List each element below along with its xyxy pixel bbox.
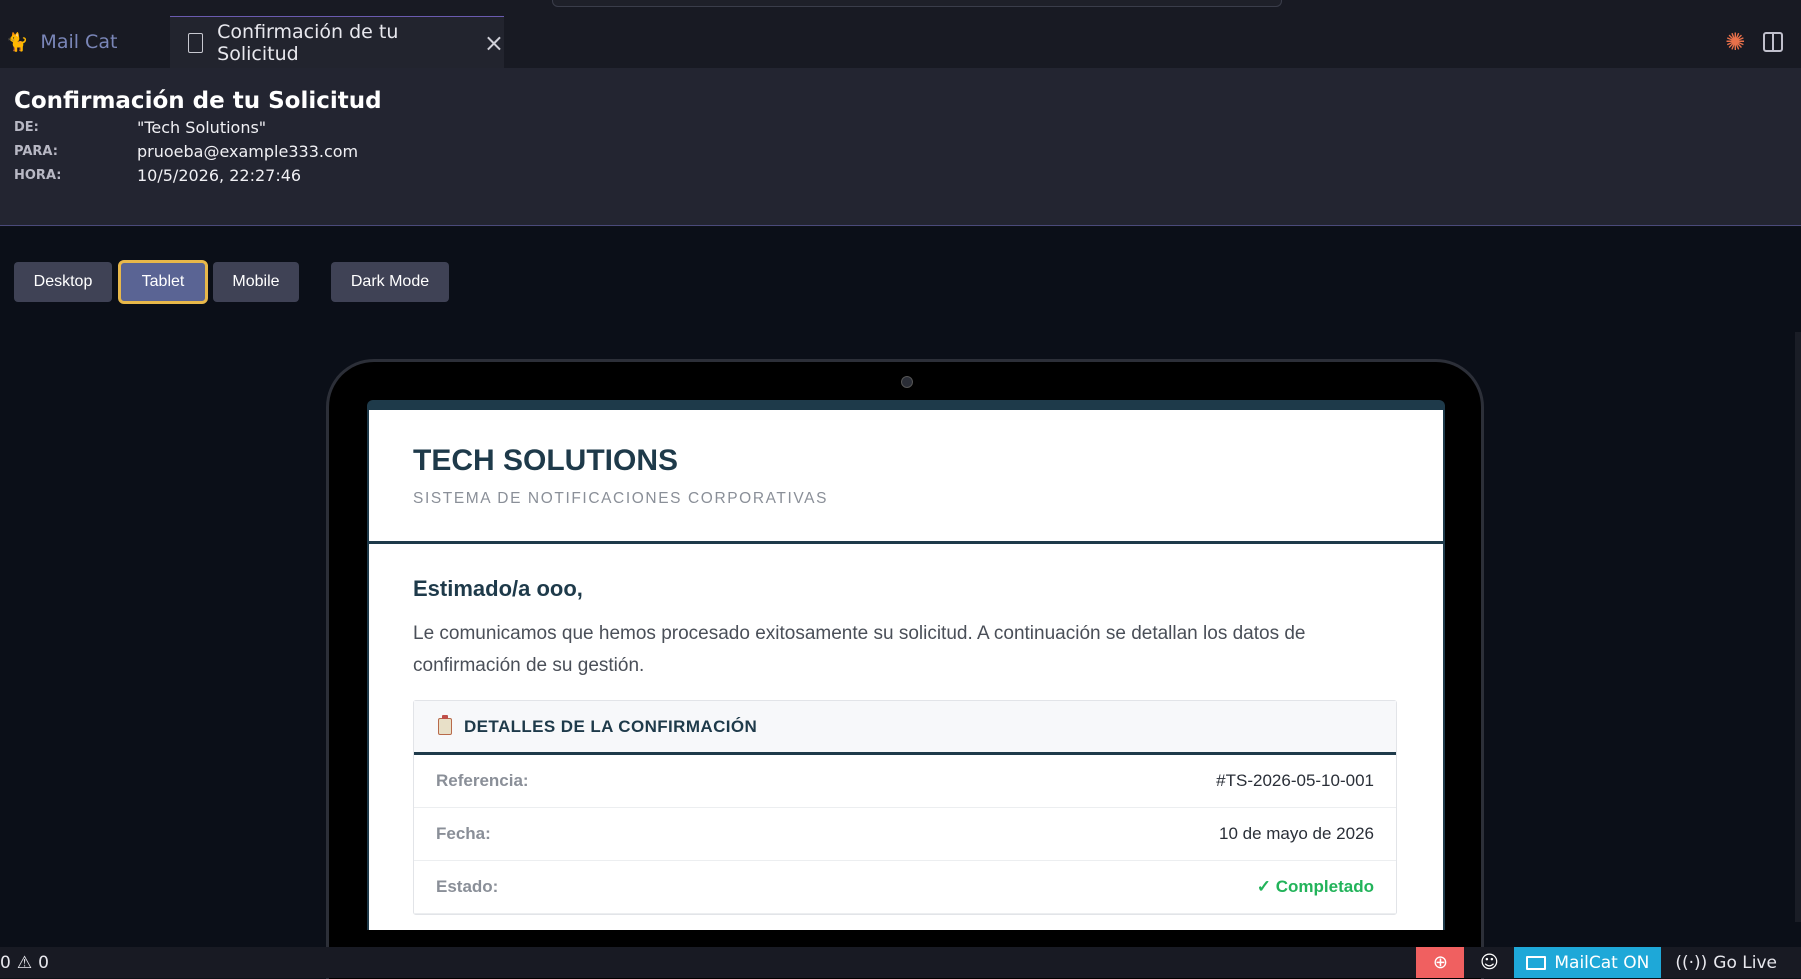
- meta-from: DE: "Tech Solutions": [14, 118, 266, 137]
- greeting: Estimado/a ooo,: [413, 576, 583, 601]
- zoom-icon[interactable]: ⊕: [1416, 947, 1465, 978]
- meta-to: PARA: pruoeba@example333.com: [14, 142, 358, 161]
- clipboard-icon: [438, 715, 452, 735]
- go-live-label: Go Live: [1713, 952, 1777, 973]
- close-icon[interactable]: ×: [484, 29, 504, 57]
- sparkle-icon[interactable]: ✺: [1725, 28, 1745, 56]
- envelope-icon: [1526, 955, 1547, 970]
- brand-header: TECH SOLUTIONS SISTEMA DE NOTIFICACIONES…: [369, 410, 1443, 544]
- warning-icon: ⚠: [16, 952, 33, 973]
- detail-label: Estado:: [436, 877, 499, 896]
- tab-bar: 🐈 Mail Cat Confirmación de tu Solicitud …: [0, 16, 1801, 68]
- mailcat-label: MailCat ON: [1554, 952, 1650, 973]
- dark-mode-button[interactable]: Dark Mode: [331, 262, 449, 302]
- copilot-icon[interactable]: ☺: [1464, 947, 1514, 978]
- email-body: TECH SOLUTIONS SISTEMA DE NOTIFICACIONES…: [367, 400, 1445, 930]
- warning-count: 0: [38, 952, 49, 973]
- email-subject: Confirmación de tu Solicitud: [14, 88, 382, 114]
- editor-actions: ✺ ·: [1725, 28, 1801, 56]
- cat-icon: 🐈: [6, 31, 29, 53]
- scrollbar[interactable]: [1795, 332, 1801, 922]
- tab-label: Confirmación de tu Solicitud: [217, 20, 399, 65]
- email-header: Confirmación de tu Solicitud DE: "Tech S…: [0, 68, 1801, 226]
- command-center[interactable]: [552, 0, 1282, 7]
- mobile-button[interactable]: Mobile: [213, 262, 299, 302]
- status-right: ⊕ ☺ MailCat ON ((·)) Go Live: [1416, 947, 1801, 978]
- intro-text: Le comunicamos que hemos procesado exito…: [413, 623, 1306, 676]
- details-title: DETALLES DE LA CONFIRMACIÓN: [464, 716, 758, 736]
- detail-value: #TS-2026-05-10-001: [1216, 771, 1374, 790]
- go-live-button[interactable]: ((·)) Go Live: [1661, 953, 1801, 973]
- to-label: PARA:: [14, 144, 58, 159]
- file-icon: [188, 32, 204, 53]
- broadcast-icon: ((·)): [1675, 952, 1708, 973]
- problems-indicator[interactable]: 0 ⚠ 0: [0, 947, 49, 978]
- tablet-button[interactable]: Tablet: [118, 260, 208, 304]
- details-box: DETALLES DE LA CONFIRMACIÓN Referencia: …: [413, 700, 1397, 915]
- detail-row: Referencia: #TS-2026-05-10-001: [414, 755, 1396, 808]
- brand-subtitle: SISTEMA DE NOTIFICACIONES CORPORATIVAS: [413, 490, 829, 507]
- message-body: Estimado/a ooo, Le comunicamos que hemos…: [369, 544, 1443, 915]
- desktop-button[interactable]: Desktop: [14, 262, 112, 302]
- title-strip: [0, 0, 1801, 16]
- mailcat-status[interactable]: MailCat ON: [1514, 947, 1662, 978]
- to-value: pruoeba@example333.com: [137, 142, 359, 161]
- tablet-frame: TECH SOLUTIONS SISTEMA DE NOTIFICACIONES…: [326, 359, 1484, 979]
- from-label: DE:: [14, 120, 39, 135]
- time-label: HORA:: [14, 168, 62, 183]
- from-value: "Tech Solutions": [137, 118, 267, 137]
- detail-row: Estado: ✓ Completado: [414, 861, 1396, 914]
- brand-name: TECH SOLUTIONS: [413, 444, 679, 477]
- time-value: 10/5/2026, 22:27:46: [137, 166, 302, 185]
- split-editor-icon[interactable]: [1763, 32, 1784, 52]
- details-header: DETALLES DE LA CONFIRMACIÓN: [414, 701, 1396, 755]
- tab-label: Mail Cat: [40, 31, 118, 53]
- tab-email-preview[interactable]: Confirmación de tu Solicitud ×: [170, 16, 504, 68]
- status-bar: 0 ⚠ 0 ⊕ ☺ MailCat ON ((·)) Go Live: [0, 947, 1801, 978]
- detail-value: 10 de mayo de 2026: [1218, 824, 1374, 843]
- meta-time: HORA: 10/5/2026, 22:27:46: [14, 166, 301, 185]
- camera-dot: [901, 376, 913, 388]
- detail-label: Fecha:: [436, 824, 491, 843]
- detail-label: Referencia:: [436, 771, 529, 790]
- detail-row: Fecha: 10 de mayo de 2026: [414, 808, 1396, 861]
- error-count: 0: [0, 952, 11, 973]
- tab-mail-cat[interactable]: 🐈 Mail Cat: [0, 16, 170, 68]
- preview-area: Desktop Tablet Mobile Dark Mode TECH SOL…: [0, 227, 1801, 979]
- status-value: ✓ Completado: [1256, 877, 1374, 896]
